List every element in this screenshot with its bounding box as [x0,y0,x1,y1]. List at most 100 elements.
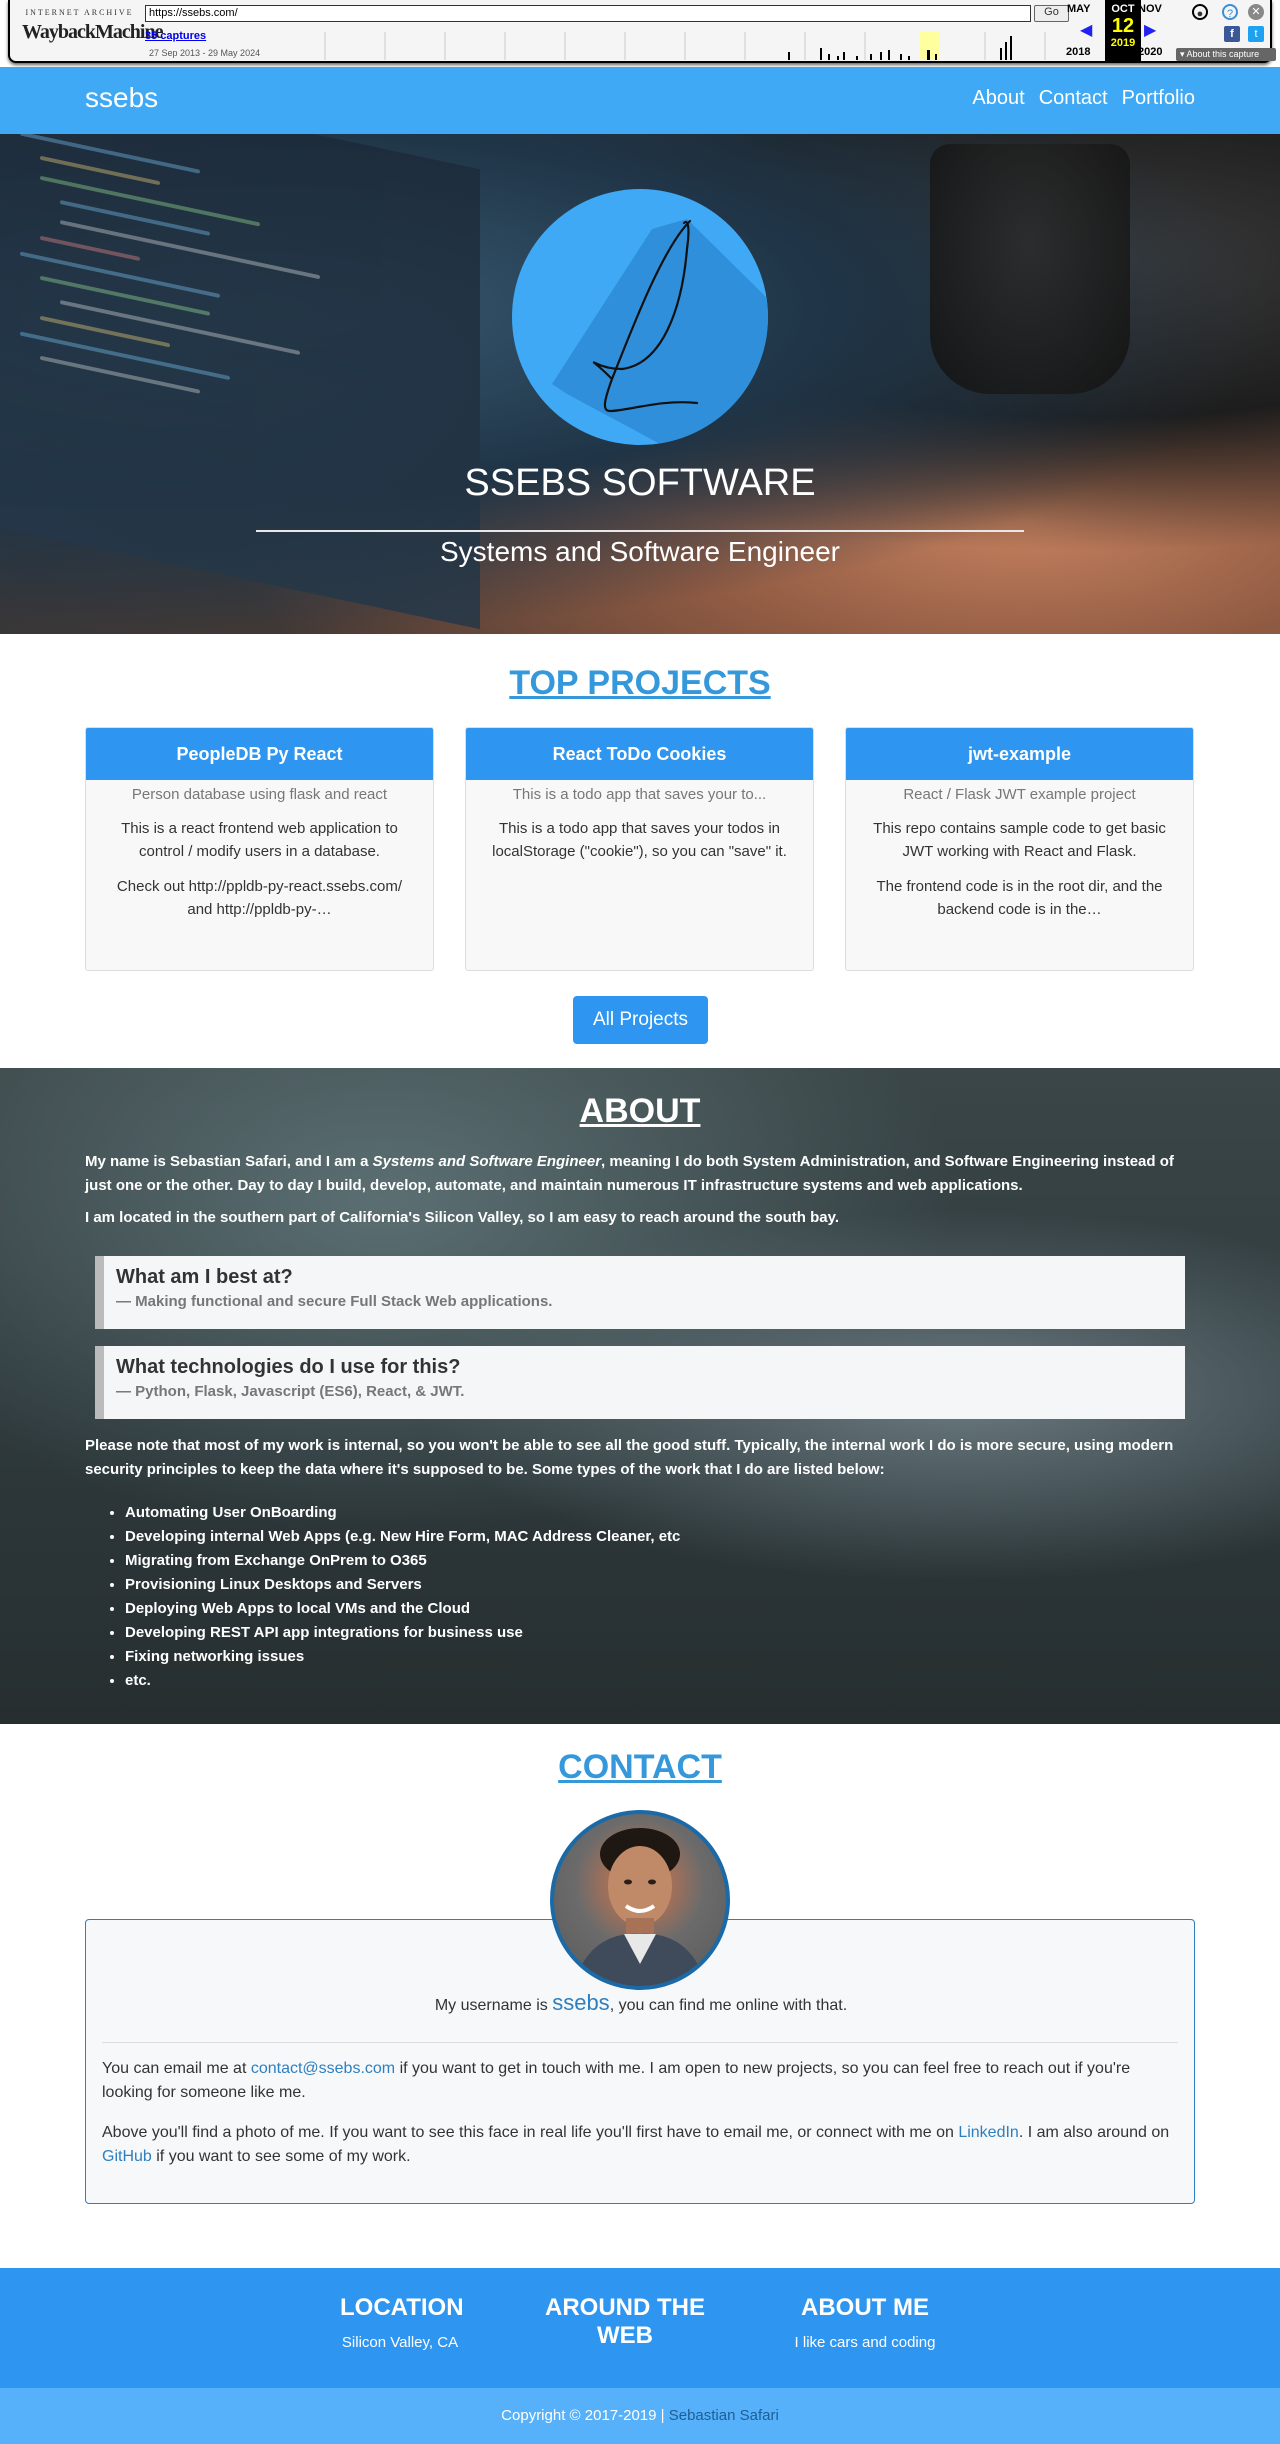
projects-title[interactable]: TOP PROJECTS [0,664,1280,703]
about-note: Please note that most of my work is inte… [85,1437,1174,1478]
footer-about-me: ABOUT ME I like cars and coding [765,2294,965,2351]
about-answer: — Making functional and secure Full Stac… [116,1293,553,1310]
project-card-title[interactable]: jwt-example [846,728,1193,780]
list-item: Developing internal Web Apps (e.g. New H… [125,1525,680,1549]
contact-social-paragraph: Above you'll find a photo of me. If you … [102,2121,1178,2169]
signature-logo-icon [552,219,768,445]
project-card-text: This is a todo app that saves your todos… [492,820,787,860]
nav-link-portfolio[interactable]: Portfolio [1122,87,1195,110]
wayback-capture-sparkline[interactable] [310,30,1070,60]
contact-p1-a: You can email me at [102,2060,251,2077]
footer: LOCATION Silicon Valley, CA AROUND THE W… [0,2268,1280,2388]
facebook-icon[interactable]: f [1224,26,1240,42]
github-link[interactable]: GitHub [102,2148,152,2165]
wayback-prev-month[interactable]: MAY [1067,3,1090,15]
nav-links: About Contact Portfolio [972,87,1195,110]
about-intro-em: Systems and Software Engineer [372,1153,602,1170]
about-intro: My name is Sebastian Safari, and I am a … [85,1150,1195,1198]
project-card-text: This repo contains sample code to get ba… [873,820,1166,860]
about-question-block: What am I best at? — Making functional a… [95,1256,1185,1329]
nav-brand[interactable]: ssebs [85,82,158,114]
wayback-prev-year[interactable]: 2018 [1066,46,1090,58]
list-item: etc. [125,1669,680,1693]
hero-title: SSEBS SOFTWARE [464,462,816,504]
wayback-logo-main: WaybackMachine [22,21,163,43]
hero-section: SSEBS SOFTWARE Systems and Software Engi… [0,134,1280,634]
wayback-logo-top: INTERNET ARCHIVE [25,8,134,17]
project-card-text: Check out http://ppldb-py-react.ssebs.co… [116,878,403,918]
contact-email-paragraph: You can email me at contact@ssebs.com if… [102,2057,1178,2105]
wayback-url-input[interactable]: https://ssebs.com/ [145,5,1031,22]
project-card[interactable]: React ToDo Cookies This is a todo app th… [465,727,814,971]
list-item: Automating User OnBoarding [125,1501,680,1525]
copyright-text: Copyright © 2017-2019 | [501,2407,669,2424]
contact-email-link[interactable]: contact@ssebs.com [251,2060,395,2077]
about-title[interactable]: ABOUT [0,1092,1280,1131]
contact-p2-c: if you want to see some of my work. [151,2148,411,2165]
footer-aboutme-value: I like cars and coding [794,2334,936,2351]
user-icon[interactable]: ● [1192,4,1208,20]
project-card-desc: Person database using flask and react [131,786,388,803]
nav-link-about[interactable]: About [972,87,1024,110]
wayback-about-capture[interactable]: ▾ About this capture [1176,48,1276,61]
project-card-text: The frontend code is in the root dir, an… [876,878,1163,918]
wayback-next-year[interactable]: 2020 [1138,46,1162,58]
hero-subtitle: Systems and Software Engineer [440,536,840,567]
list-item: Fixing networking issues [125,1645,680,1669]
contact-title[interactable]: CONTACT [0,1748,1280,1787]
project-card-title[interactable]: React ToDo Cookies [466,728,813,780]
about-question: What am I best at? [116,1266,293,1288]
navbar: ssebs About Contact Portfolio [0,67,1280,134]
about-intro-a: My name is Sebastian Safari, and I am a [85,1153,373,1170]
wayback-date-range: 27 Sep 2013 - 29 May 2024 [149,48,261,58]
contact-p2-b: . I am also around on [1018,2124,1170,2141]
all-projects-button[interactable]: All Projects [573,996,708,1044]
project-card[interactable]: PeopleDB Py React Person database using … [85,727,434,971]
project-card-desc: This is a todo app that saves your to... [512,786,767,803]
wayback-cur-month: OCT [1111,3,1135,15]
wayback-cur-year: 2019 [1110,37,1136,49]
wayback-about-capture-label: About this capture [1186,49,1260,59]
wayback-next-month[interactable]: NOV [1138,3,1162,15]
about-location: I am located in the southern part of Cal… [85,1209,840,1226]
footer-location: LOCATION Silicon Valley, CA [340,2294,464,2351]
close-icon[interactable]: ✕ [1248,4,1264,20]
list-item: Developing REST API app integrations for… [125,1621,680,1645]
about-question: What technologies do I use for this? [116,1356,461,1378]
project-card-desc: React / Flask JWT example project [903,786,1136,803]
twitter-icon[interactable]: t [1248,26,1264,42]
nav-link-contact[interactable]: Contact [1039,87,1108,110]
hero-divider [256,530,1024,532]
footer-around-web: AROUND THE WEB [515,2294,735,2350]
contact-uname-b: , you can find me online with that. [609,1997,848,2014]
wayback-frame: INTERNET ARCHIVE WaybackMachine https://… [8,0,1276,63]
wayback-toolbar: INTERNET ARCHIVE WaybackMachine https://… [0,0,1280,67]
contact-section: CONTACT My username is ssebs, you can fi… [0,1724,1280,2268]
copyright-bar: Copyright © 2017-2019 | Sebastian Safari [0,2388,1280,2444]
wayback-prev-arrow-icon[interactable]: ◀ [1080,20,1092,40]
contact-divider [102,2042,1178,2043]
wayback-next-arrow-icon[interactable]: ▶ [1144,20,1156,40]
about-section: ABOUT My name is Sebastian Safari, and I… [0,1068,1280,1724]
list-item: Deploying Web Apps to local VMs and the … [125,1597,680,1621]
wayback-captures-link[interactable]: 35 captures [145,30,206,42]
person-photo-icon [574,1828,706,1986]
contact-username-line: My username is ssebs, you can find me on… [86,1990,1196,2016]
hero-logo [512,189,768,445]
contact-photo [550,1810,730,1990]
projects-section: TOP PROJECTS PeopleDB Py React Person da… [0,634,1280,1068]
about-answer: — Python, Flask, Javascript (ES6), React… [116,1383,465,1400]
help-icon[interactable]: ? [1222,4,1238,20]
wayback-go-button[interactable]: Go [1034,5,1069,22]
author-link[interactable]: Sebastian Safari [669,2407,779,2424]
wayback-cur-day: 12 [1111,15,1135,37]
hero-background-mug [930,144,1130,394]
about-question-block: What technologies do I use for this? — P… [95,1346,1185,1419]
wayback-logo[interactable]: INTERNET ARCHIVE WaybackMachine [22,8,163,52]
linkedin-link[interactable]: LinkedIn [958,2124,1019,2141]
project-card[interactable]: jwt-example React / Flask JWT example pr… [845,727,1194,971]
list-item: Migrating from Exchange OnPrem to O365 [125,1549,680,1573]
project-card-title[interactable]: PeopleDB Py React [86,728,433,780]
wayback-current-date: OCT 12 2019 [1105,0,1141,62]
footer-aboutme-heading: ABOUT ME [801,2294,929,2321]
